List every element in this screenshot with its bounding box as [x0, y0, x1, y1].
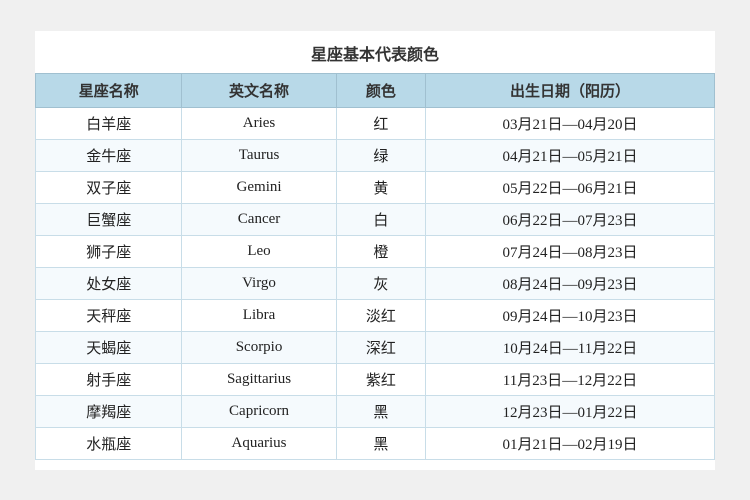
- cell-dates-3: 06月22日—07月23日: [426, 203, 715, 235]
- cell-chinese-1: 金牛座: [36, 139, 182, 171]
- cell-chinese-3: 巨蟹座: [36, 203, 182, 235]
- cell-color-2: 黄: [336, 171, 425, 203]
- cell-chinese-6: 天秤座: [36, 299, 182, 331]
- cell-dates-4: 07月24日—08月23日: [426, 235, 715, 267]
- cell-dates-5: 08月24日—09月23日: [426, 267, 715, 299]
- cell-dates-0: 03月21日—04月20日: [426, 107, 715, 139]
- cell-english-10: Aquarius: [182, 427, 336, 459]
- cell-dates-9: 12月23日—01月22日: [426, 395, 715, 427]
- table-row: 天蝎座Scorpio深红10月24日—11月22日: [36, 331, 715, 363]
- table-row: 天秤座Libra淡红09月24日—10月23日: [36, 299, 715, 331]
- cell-english-3: Cancer: [182, 203, 336, 235]
- cell-color-5: 灰: [336, 267, 425, 299]
- table-row: 白羊座Aries红03月21日—04月20日: [36, 107, 715, 139]
- table-row: 摩羯座Capricorn黑12月23日—01月22日: [36, 395, 715, 427]
- cell-chinese-7: 天蝎座: [36, 331, 182, 363]
- cell-english-6: Libra: [182, 299, 336, 331]
- cell-english-5: Virgo: [182, 267, 336, 299]
- header-dates: 出生日期（阳历）: [426, 73, 715, 107]
- cell-english-9: Capricorn: [182, 395, 336, 427]
- cell-dates-7: 10月24日—11月22日: [426, 331, 715, 363]
- table-row: 狮子座Leo橙07月24日—08月23日: [36, 235, 715, 267]
- cell-color-4: 橙: [336, 235, 425, 267]
- cell-chinese-2: 双子座: [36, 171, 182, 203]
- cell-english-4: Leo: [182, 235, 336, 267]
- cell-english-2: Gemini: [182, 171, 336, 203]
- page-title: 星座基本代表颜色: [35, 41, 715, 65]
- table-row: 水瓶座Aquarius黑01月21日—02月19日: [36, 427, 715, 459]
- header-english-name: 英文名称: [182, 73, 336, 107]
- table-row: 金牛座Taurus绿04月21日—05月21日: [36, 139, 715, 171]
- cell-dates-1: 04月21日—05月21日: [426, 139, 715, 171]
- cell-color-10: 黑: [336, 427, 425, 459]
- cell-color-8: 紫红: [336, 363, 425, 395]
- cell-english-8: Sagittarius: [182, 363, 336, 395]
- cell-english-0: Aries: [182, 107, 336, 139]
- header-chinese-name: 星座名称: [36, 73, 182, 107]
- cell-dates-6: 09月24日—10月23日: [426, 299, 715, 331]
- cell-chinese-8: 射手座: [36, 363, 182, 395]
- main-container: 星座基本代表颜色 星座名称 英文名称 颜色 出生日期（阳历） 白羊座Aries红…: [35, 31, 715, 470]
- table-row: 巨蟹座Cancer白06月22日—07月23日: [36, 203, 715, 235]
- table-row: 处女座Virgo灰08月24日—09月23日: [36, 267, 715, 299]
- cell-color-7: 深红: [336, 331, 425, 363]
- cell-english-1: Taurus: [182, 139, 336, 171]
- cell-dates-2: 05月22日—06月21日: [426, 171, 715, 203]
- cell-english-7: Scorpio: [182, 331, 336, 363]
- cell-color-9: 黑: [336, 395, 425, 427]
- table-row: 射手座Sagittarius紫红11月23日—12月22日: [36, 363, 715, 395]
- cell-chinese-0: 白羊座: [36, 107, 182, 139]
- cell-chinese-5: 处女座: [36, 267, 182, 299]
- cell-chinese-4: 狮子座: [36, 235, 182, 267]
- cell-chinese-9: 摩羯座: [36, 395, 182, 427]
- header-color: 颜色: [336, 73, 425, 107]
- cell-dates-8: 11月23日—12月22日: [426, 363, 715, 395]
- zodiac-table: 星座名称 英文名称 颜色 出生日期（阳历） 白羊座Aries红03月21日—04…: [35, 73, 715, 460]
- cell-color-1: 绿: [336, 139, 425, 171]
- cell-chinese-10: 水瓶座: [36, 427, 182, 459]
- cell-color-0: 红: [336, 107, 425, 139]
- cell-color-6: 淡红: [336, 299, 425, 331]
- table-row: 双子座Gemini黄05月22日—06月21日: [36, 171, 715, 203]
- table-header-row: 星座名称 英文名称 颜色 出生日期（阳历）: [36, 73, 715, 107]
- cell-color-3: 白: [336, 203, 425, 235]
- cell-dates-10: 01月21日—02月19日: [426, 427, 715, 459]
